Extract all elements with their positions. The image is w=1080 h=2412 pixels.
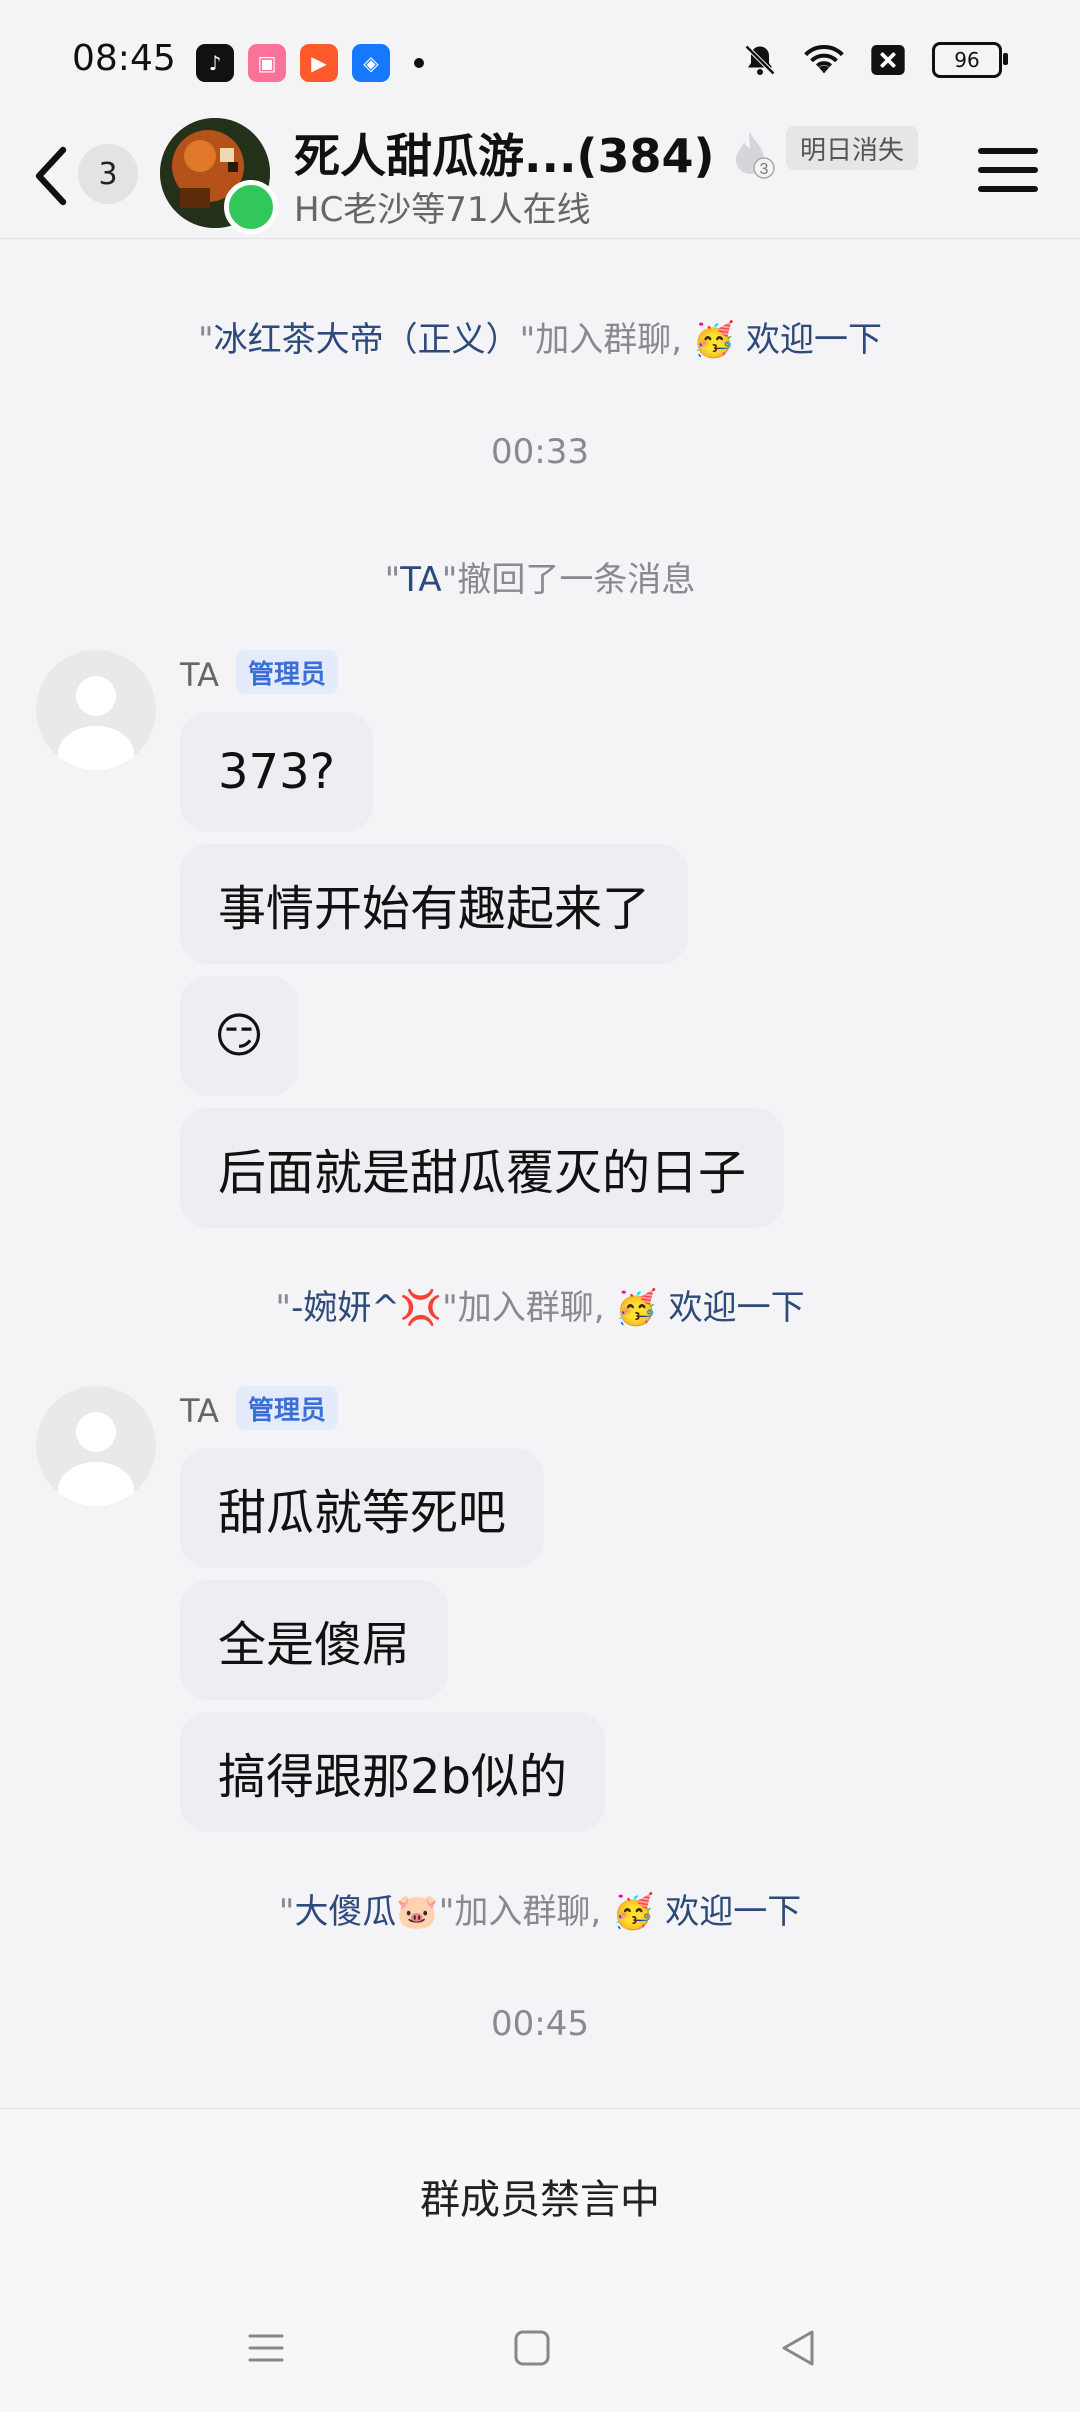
message-bubble-emoji[interactable]: 😏	[180, 976, 299, 1096]
avatar[interactable]	[36, 650, 156, 770]
party-emoji: 🥳	[615, 1288, 658, 1328]
message-bubble[interactable]: 事情开始有趣起来了	[180, 844, 689, 964]
welcome-link[interactable]: 欢迎一下	[654, 1892, 801, 1932]
input-area-muted: 群成员禁言中	[0, 2108, 1080, 2285]
system-message-join: "大傻瓜🐷"加入群聊, 🥳 欢迎一下	[278, 1892, 802, 1932]
online-members-text[interactable]: HC老沙等71人在线	[294, 182, 591, 231]
party-emoji: 🥳	[612, 1892, 655, 1932]
status-app-icons: ♪ ▣ ▶ ◈	[196, 44, 424, 82]
group-title[interactable]: 死人甜瓜游...(384)	[294, 120, 715, 186]
hamburger-icon	[978, 148, 1038, 154]
more-notifications-dot	[414, 58, 424, 68]
video-icon: ▶	[300, 44, 338, 82]
time-divider: 00:45	[491, 2004, 589, 2044]
battery-indicator: 96	[932, 42, 1008, 78]
system-message-join: "-婉妍^💢"加入群聊, 🥳 欢迎一下	[275, 1288, 805, 1328]
chat-message-list[interactable]: "冰红茶大帝（正义）"加入群聊, 🥳 欢迎一下 00:33 "TA"撤回了一条消…	[0, 238, 1080, 2108]
default-avatar-icon	[58, 676, 134, 770]
admin-badge: 管理员	[236, 1386, 339, 1430]
status-time: 08:45	[72, 38, 176, 79]
admin-badge: 管理员	[236, 650, 339, 694]
shield-icon: ◈	[352, 44, 390, 82]
message-bubble[interactable]: 全是傻屌	[180, 1580, 449, 1700]
sim-off-icon	[868, 40, 908, 80]
joined-member-name[interactable]: 冰红茶大帝（正义）	[214, 320, 520, 360]
mute-notice: 群成员禁言中	[420, 2177, 660, 2223]
back-button[interactable]	[26, 146, 76, 206]
fire-count: 3	[760, 161, 769, 178]
message-bubble[interactable]: 甜瓜就等死吧	[180, 1448, 545, 1568]
chat-header: 3 死人甜瓜游...(384) HC老沙等71人在线 3 明日消失	[0, 110, 1080, 239]
chevron-left-icon	[35, 146, 67, 206]
welcome-link[interactable]: 欢迎一下	[658, 1288, 805, 1328]
menu-nav-icon[interactable]	[236, 2318, 296, 2378]
back-nav-icon[interactable]	[768, 2318, 828, 2378]
status-bar: 08:45 ♪ ▣ ▶ ◈ 96	[0, 0, 1080, 110]
bilibili-icon: ▣	[248, 44, 286, 82]
message-bubble[interactable]: 后面就是甜瓜覆灭的日子	[180, 1108, 785, 1228]
party-emoji: 🥳	[692, 320, 736, 360]
disappear-tag: 明日消失	[786, 126, 919, 170]
system-message-recall: "TA"撤回了一条消息	[384, 560, 696, 600]
mute-bell-icon	[740, 40, 780, 80]
joined-member-name[interactable]: -婉妍^💢	[291, 1288, 442, 1328]
sender-name[interactable]: TA	[180, 656, 219, 694]
welcome-link[interactable]: 欢迎一下	[735, 320, 882, 360]
message-bubble[interactable]: 搞得跟那2b似的	[180, 1712, 606, 1832]
home-nav-icon[interactable]	[502, 2318, 562, 2378]
status-right: 96	[740, 40, 1008, 80]
time-divider: 00:33	[491, 432, 589, 472]
default-avatar-icon	[58, 1412, 134, 1506]
message-bubble[interactable]: 373?	[180, 712, 374, 832]
tiktok-icon: ♪	[196, 44, 234, 82]
system-navigation-bar	[0, 2284, 1080, 2412]
unread-count-badge[interactable]: 3	[78, 144, 138, 204]
menu-button[interactable]	[978, 148, 1038, 198]
sender-name[interactable]: TA	[180, 1392, 219, 1430]
joined-member-name[interactable]: 大傻瓜🐷	[294, 1892, 438, 1932]
recalled-member-name[interactable]: TA	[400, 560, 441, 600]
avatar[interactable]	[36, 1386, 156, 1506]
online-status-dot	[224, 180, 278, 234]
system-message-join: "冰红茶大帝（正义）"加入群聊, 🥳 欢迎一下	[197, 320, 883, 360]
fire-icon[interactable]: 3	[728, 128, 778, 182]
wifi-icon	[804, 40, 844, 80]
